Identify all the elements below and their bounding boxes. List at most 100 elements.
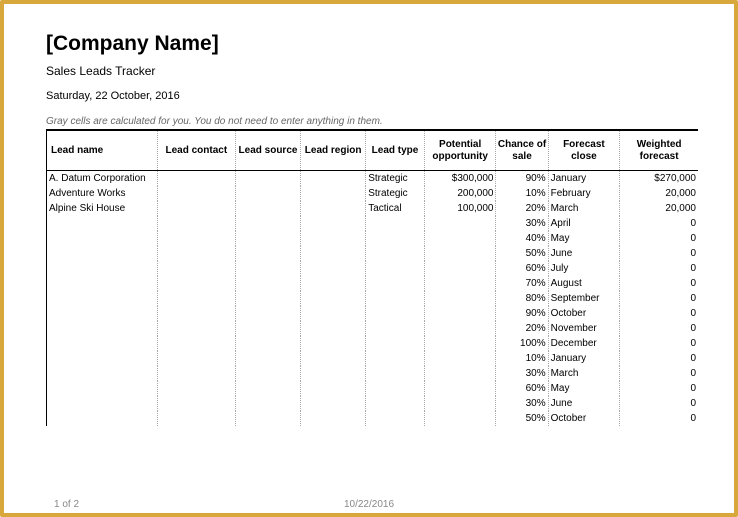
cell-potential bbox=[424, 306, 496, 321]
cell-lead-name bbox=[47, 216, 158, 231]
cell-chance: 70% bbox=[496, 276, 548, 291]
table-row: 30%April0 bbox=[47, 216, 699, 231]
cell-lead-region bbox=[301, 201, 366, 216]
cell-lead-type bbox=[366, 216, 425, 231]
cell-lead-name: A. Datum Corporation bbox=[47, 171, 158, 187]
cell-lead-region bbox=[301, 396, 366, 411]
cell-forecast: August bbox=[548, 276, 620, 291]
cell-potential bbox=[424, 396, 496, 411]
cell-forecast: July bbox=[548, 261, 620, 276]
cell-lead-contact bbox=[157, 366, 235, 381]
cell-weighted: 0 bbox=[620, 231, 698, 246]
table-row: 30%June0 bbox=[47, 396, 699, 411]
cell-lead-contact bbox=[157, 186, 235, 201]
cell-lead-name bbox=[47, 336, 158, 351]
table-row: A. Datum CorporationStrategic$300,00090%… bbox=[47, 171, 699, 187]
cell-weighted: 20,000 bbox=[620, 186, 698, 201]
cell-lead-type bbox=[366, 321, 425, 336]
cell-lead-region bbox=[301, 291, 366, 306]
cell-weighted: 0 bbox=[620, 306, 698, 321]
cell-lead-name bbox=[47, 291, 158, 306]
cell-lead-type bbox=[366, 261, 425, 276]
cell-chance: 80% bbox=[496, 291, 548, 306]
cell-chance: 10% bbox=[496, 351, 548, 366]
report-date: Saturday, 22 October, 2016 bbox=[46, 90, 698, 102]
cell-lead-region bbox=[301, 366, 366, 381]
cell-potential bbox=[424, 381, 496, 396]
cell-weighted: 0 bbox=[620, 366, 698, 381]
cell-lead-contact bbox=[157, 411, 235, 426]
col-chance: Chance of sale bbox=[496, 131, 548, 171]
cell-lead-source bbox=[235, 396, 300, 411]
col-potential: Potential opportunity bbox=[424, 131, 496, 171]
table-row: 40%May0 bbox=[47, 231, 699, 246]
cell-lead-contact bbox=[157, 336, 235, 351]
cell-lead-contact bbox=[157, 306, 235, 321]
table-row: 100%December0 bbox=[47, 336, 699, 351]
cell-lead-source bbox=[235, 336, 300, 351]
cell-potential bbox=[424, 291, 496, 306]
cell-forecast: October bbox=[548, 411, 620, 426]
cell-chance: 40% bbox=[496, 231, 548, 246]
cell-weighted: $270,000 bbox=[620, 171, 698, 187]
cell-lead-region bbox=[301, 171, 366, 187]
cell-weighted: 0 bbox=[620, 216, 698, 231]
cell-potential bbox=[424, 246, 496, 261]
cell-forecast: October bbox=[548, 306, 620, 321]
cell-lead-source bbox=[235, 366, 300, 381]
cell-lead-region bbox=[301, 261, 366, 276]
cell-lead-contact bbox=[157, 216, 235, 231]
cell-potential bbox=[424, 366, 496, 381]
cell-lead-region bbox=[301, 276, 366, 291]
table-row: 30%March0 bbox=[47, 366, 699, 381]
cell-forecast: May bbox=[548, 231, 620, 246]
cell-chance: 20% bbox=[496, 321, 548, 336]
cell-lead-region bbox=[301, 321, 366, 336]
cell-lead-type: Strategic bbox=[366, 171, 425, 187]
cell-forecast: November bbox=[548, 321, 620, 336]
table-row: 70%August0 bbox=[47, 276, 699, 291]
cell-lead-type: Strategic bbox=[366, 186, 425, 201]
cell-lead-contact bbox=[157, 231, 235, 246]
cell-lead-contact bbox=[157, 201, 235, 216]
header-row: Lead name Lead contact Lead source Lead … bbox=[47, 131, 699, 171]
cell-chance: 100% bbox=[496, 336, 548, 351]
cell-weighted: 0 bbox=[620, 411, 698, 426]
cell-weighted: 0 bbox=[620, 276, 698, 291]
cell-weighted: 0 bbox=[620, 381, 698, 396]
cell-lead-contact bbox=[157, 246, 235, 261]
cell-lead-region bbox=[301, 381, 366, 396]
cell-lead-region bbox=[301, 216, 366, 231]
cell-weighted: 0 bbox=[620, 336, 698, 351]
cell-lead-name bbox=[47, 411, 158, 426]
cell-chance: 60% bbox=[496, 381, 548, 396]
cell-potential: 100,000 bbox=[424, 201, 496, 216]
cell-lead-contact bbox=[157, 171, 235, 187]
cell-lead-name bbox=[47, 321, 158, 336]
cell-potential bbox=[424, 321, 496, 336]
cell-chance: 90% bbox=[496, 171, 548, 187]
table-row: 50%June0 bbox=[47, 246, 699, 261]
cell-chance: 30% bbox=[496, 366, 548, 381]
cell-chance: 10% bbox=[496, 186, 548, 201]
table-row: 80%September0 bbox=[47, 291, 699, 306]
cell-lead-type bbox=[366, 411, 425, 426]
cell-forecast: September bbox=[548, 291, 620, 306]
table-body: A. Datum CorporationStrategic$300,00090%… bbox=[47, 171, 699, 427]
cell-forecast: March bbox=[548, 201, 620, 216]
cell-lead-name bbox=[47, 246, 158, 261]
cell-lead-region bbox=[301, 246, 366, 261]
cell-lead-name bbox=[47, 306, 158, 321]
cell-lead-type bbox=[366, 336, 425, 351]
leads-table: Lead name Lead contact Lead source Lead … bbox=[46, 130, 698, 426]
cell-lead-source bbox=[235, 171, 300, 187]
cell-forecast: December bbox=[548, 336, 620, 351]
cell-forecast: January bbox=[548, 351, 620, 366]
cell-forecast: April bbox=[548, 216, 620, 231]
cell-lead-region bbox=[301, 336, 366, 351]
footer-date: 10/22/2016 bbox=[344, 499, 394, 510]
cell-lead-name bbox=[47, 381, 158, 396]
cell-lead-source bbox=[235, 411, 300, 426]
cell-potential bbox=[424, 261, 496, 276]
col-lead-source: Lead source bbox=[235, 131, 300, 171]
